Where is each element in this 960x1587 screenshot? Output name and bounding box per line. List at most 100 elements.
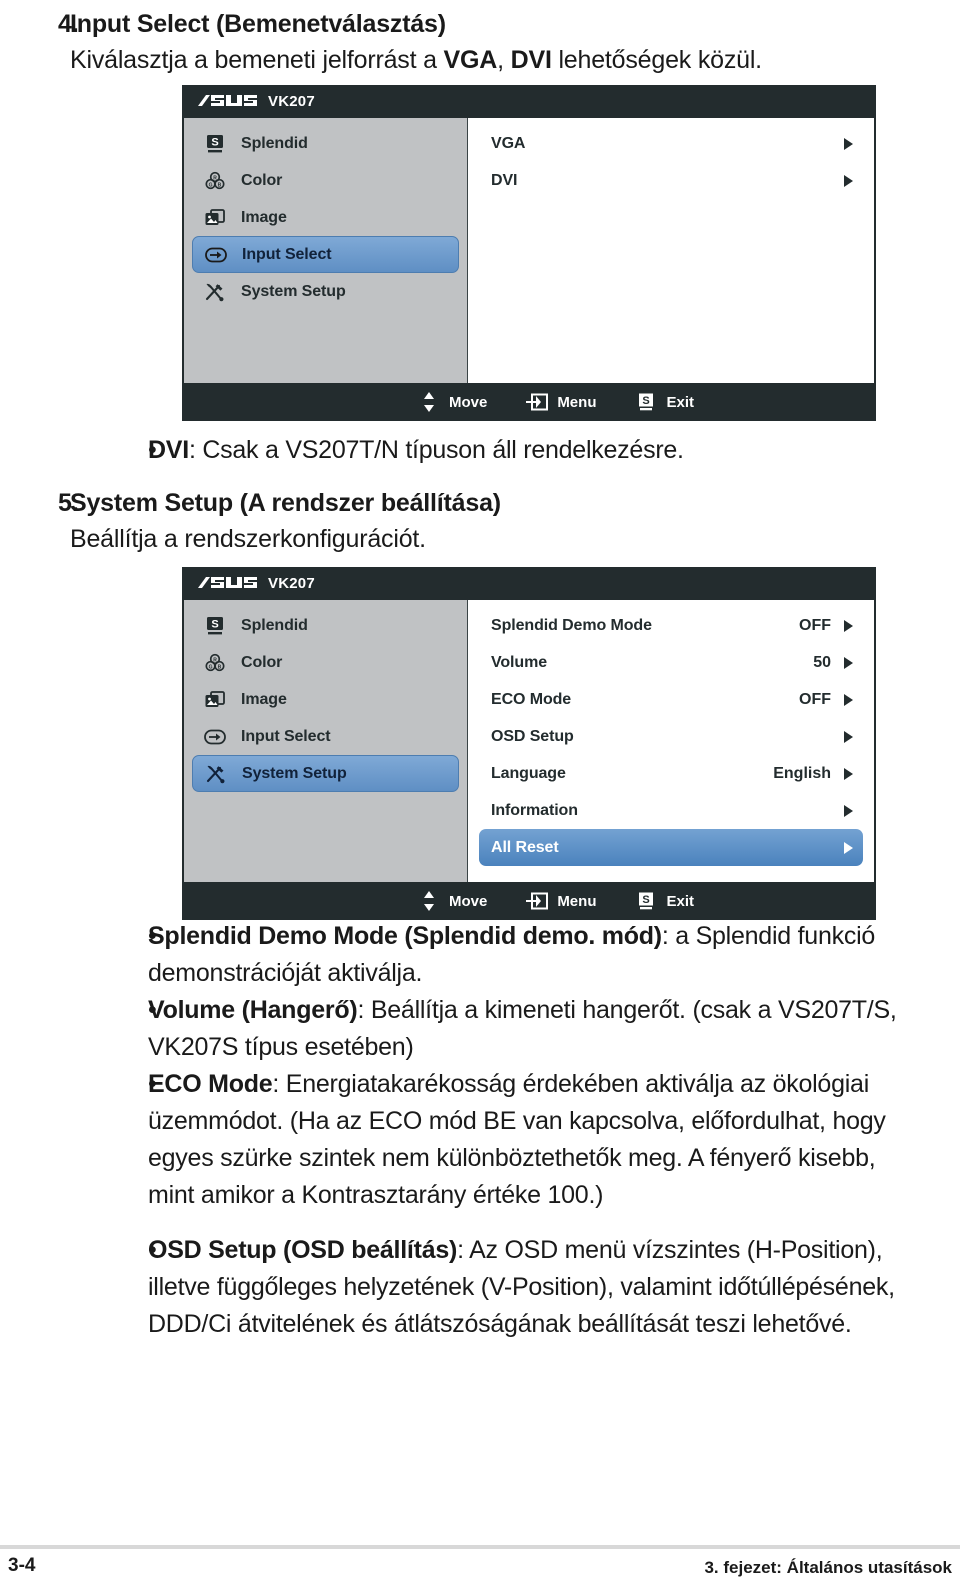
section-4-title: Input Select (Bemenetválasztás)	[70, 10, 446, 38]
image-icon	[202, 206, 228, 230]
footer-menu[interactable]: Menu	[525, 390, 596, 414]
input-select-icon	[202, 725, 228, 749]
option-label: ECO Mode	[491, 690, 572, 708]
sidebar-item-system-setup[interactable]: System Setup	[192, 273, 459, 310]
osd-model-name: VK207	[268, 575, 315, 592]
sidebar-item-system-setup[interactable]: System Setup	[192, 755, 459, 792]
osd-menu-input-select[interactable]: VK207 S Splendid R G B Color Image Input…	[182, 85, 876, 421]
bullet-marker: •	[148, 996, 157, 1024]
sidebar-item-color[interactable]: R G B Color	[192, 162, 459, 199]
footer-move[interactable]: Move	[417, 889, 487, 913]
enter-menu-icon	[525, 390, 549, 414]
osd-menu-system-setup[interactable]: VK207 S Splendid R G B Color Image Input…	[182, 567, 876, 920]
sidebar-label: Input Select	[241, 727, 331, 745]
sidebar-label: Image	[241, 690, 287, 708]
option-row-vga[interactable]: VGA	[479, 125, 863, 162]
updown-arrows-icon	[417, 390, 441, 414]
bullet-content: OSD Setup (OSD beállítás): Az OSD menü v…	[148, 1236, 895, 1338]
input-select-icon	[203, 243, 229, 267]
option-label: OSD Setup	[491, 727, 574, 745]
sidebar-item-input-select[interactable]: Input Select	[192, 718, 459, 755]
option-value: OFF	[799, 690, 831, 708]
option-label: Volume	[491, 653, 548, 671]
osd-footer-bar: Move Menu S Exit	[182, 882, 876, 920]
option-row-volume[interactable]: Volume 50	[479, 644, 863, 681]
svg-text:G: G	[209, 182, 213, 188]
color-icon: R G B	[202, 651, 228, 675]
option-label: Information	[491, 801, 578, 819]
sidebar-label: Input Select	[242, 245, 332, 263]
footer-divider	[0, 1545, 960, 1549]
sidebar-item-splendid[interactable]: S Splendid	[192, 607, 459, 644]
sidebar-item-color[interactable]: R G B Color	[192, 644, 459, 681]
sidebar-item-image[interactable]: Image	[192, 199, 459, 236]
system-setup-icon	[203, 762, 229, 786]
option-row-language[interactable]: Language English	[479, 755, 863, 792]
splendid-s-icon: S	[634, 390, 658, 414]
sidebar-item-splendid[interactable]: S Splendid	[192, 125, 459, 162]
option-value: OFF	[799, 616, 831, 634]
sidebar-label: Image	[241, 208, 287, 226]
image-icon	[202, 688, 228, 712]
bullet-volume: • Volume (Hangerő): Beállítja a kimeneti…	[0, 992, 960, 1066]
section-4-description: Kiválasztja a bemeneti jelforrást a VGA,…	[70, 46, 762, 74]
osd-sidebar[interactable]: S Splendid R G B Color Image Input Selec…	[184, 600, 468, 882]
bullet-eco-mode: • ECO Mode: Energiatakarékosság érdekébe…	[0, 1066, 960, 1214]
section-5-title: System Setup (A rendszer beállítása)	[70, 489, 501, 517]
option-label: Language	[491, 764, 566, 782]
splendid-icon: S	[202, 614, 228, 638]
section-5-heading: 5. System Setup (A rendszer beállítása) …	[0, 485, 960, 557]
option-row-osd-setup[interactable]: OSD Setup	[479, 718, 863, 755]
option-row-splendid-demo-mode[interactable]: Splendid Demo Mode OFF	[479, 607, 863, 644]
osd-options-panel[interactable]: Splendid Demo Mode OFF Volume 50 ECO Mod…	[468, 600, 874, 882]
sidebar-label: Splendid	[241, 616, 308, 634]
option-row-information[interactable]: Information	[479, 792, 863, 829]
page-chapter-label: 3. fejezet: Általános utasítások	[704, 1558, 952, 1577]
osd-body: S Splendid R G B Color Image Input Selec…	[182, 118, 876, 383]
osd-body: S Splendid R G B Color Image Input Selec…	[182, 600, 876, 882]
osd-title-bar: VK207	[182, 567, 876, 600]
chevron-right-icon	[844, 656, 853, 669]
updown-arrows-icon	[417, 889, 441, 913]
option-label: VGA	[491, 134, 526, 152]
color-icon: R G B	[202, 169, 228, 193]
section-5-number: 5.	[58, 489, 79, 517]
option-row-eco-mode[interactable]: ECO Mode OFF	[479, 681, 863, 718]
sidebar-label: System Setup	[241, 282, 346, 300]
bullet-osd-setup: • OSD Setup (OSD beállítás): Az OSD menü…	[0, 1232, 960, 1343]
sidebar-label: Color	[241, 653, 283, 671]
option-value: 50	[813, 653, 831, 671]
footer-exit[interactable]: S Exit	[634, 889, 694, 913]
footer-menu[interactable]: Menu	[525, 889, 596, 913]
option-value: English	[773, 764, 831, 782]
chevron-right-icon	[844, 693, 853, 706]
svg-text:S: S	[643, 894, 650, 906]
bullet-content: ECO Mode: Energiatakarékosság érdekében …	[148, 1070, 886, 1209]
osd-options-panel[interactable]: VGA DVI	[468, 118, 874, 383]
svg-text:B: B	[218, 182, 222, 188]
svg-text:R: R	[213, 175, 217, 181]
asus-logo-icon	[197, 94, 259, 110]
footer-label: Move	[448, 892, 488, 910]
chevron-right-icon	[844, 174, 853, 187]
page-number: 3-4	[8, 1555, 36, 1576]
sidebar-item-input-select[interactable]: Input Select	[192, 236, 459, 273]
option-label: All Reset	[491, 838, 559, 856]
section-5-description: Beállítja a rendszerkonfigurációt.	[70, 525, 426, 553]
footer-move[interactable]: Move	[417, 390, 487, 414]
chevron-right-icon	[844, 730, 853, 743]
bullet-dvi: • DVI: Csak a VS207T/N típuson áll rende…	[0, 432, 960, 469]
chevron-right-icon	[844, 137, 853, 150]
bullet-content: Splendid Demo Mode (Splendid demo. mód):…	[148, 922, 876, 987]
svg-text:B: B	[218, 664, 222, 670]
option-row-dvi[interactable]: DVI	[479, 162, 863, 199]
sidebar-item-image[interactable]: Image	[192, 681, 459, 718]
chevron-right-icon	[844, 841, 853, 854]
option-row-all-reset[interactable]: All Reset	[479, 829, 863, 866]
svg-text:G: G	[209, 664, 213, 670]
section-4-heading: 4. Input Select (Bemenetválasztás) Kivál…	[0, 6, 960, 78]
osd-sidebar[interactable]: S Splendid R G B Color Image Input Selec…	[184, 118, 468, 383]
osd-footer-bar: Move Menu S Exit	[182, 383, 876, 421]
footer-exit[interactable]: S Exit	[634, 390, 694, 414]
splendid-s-icon: S	[634, 889, 658, 913]
